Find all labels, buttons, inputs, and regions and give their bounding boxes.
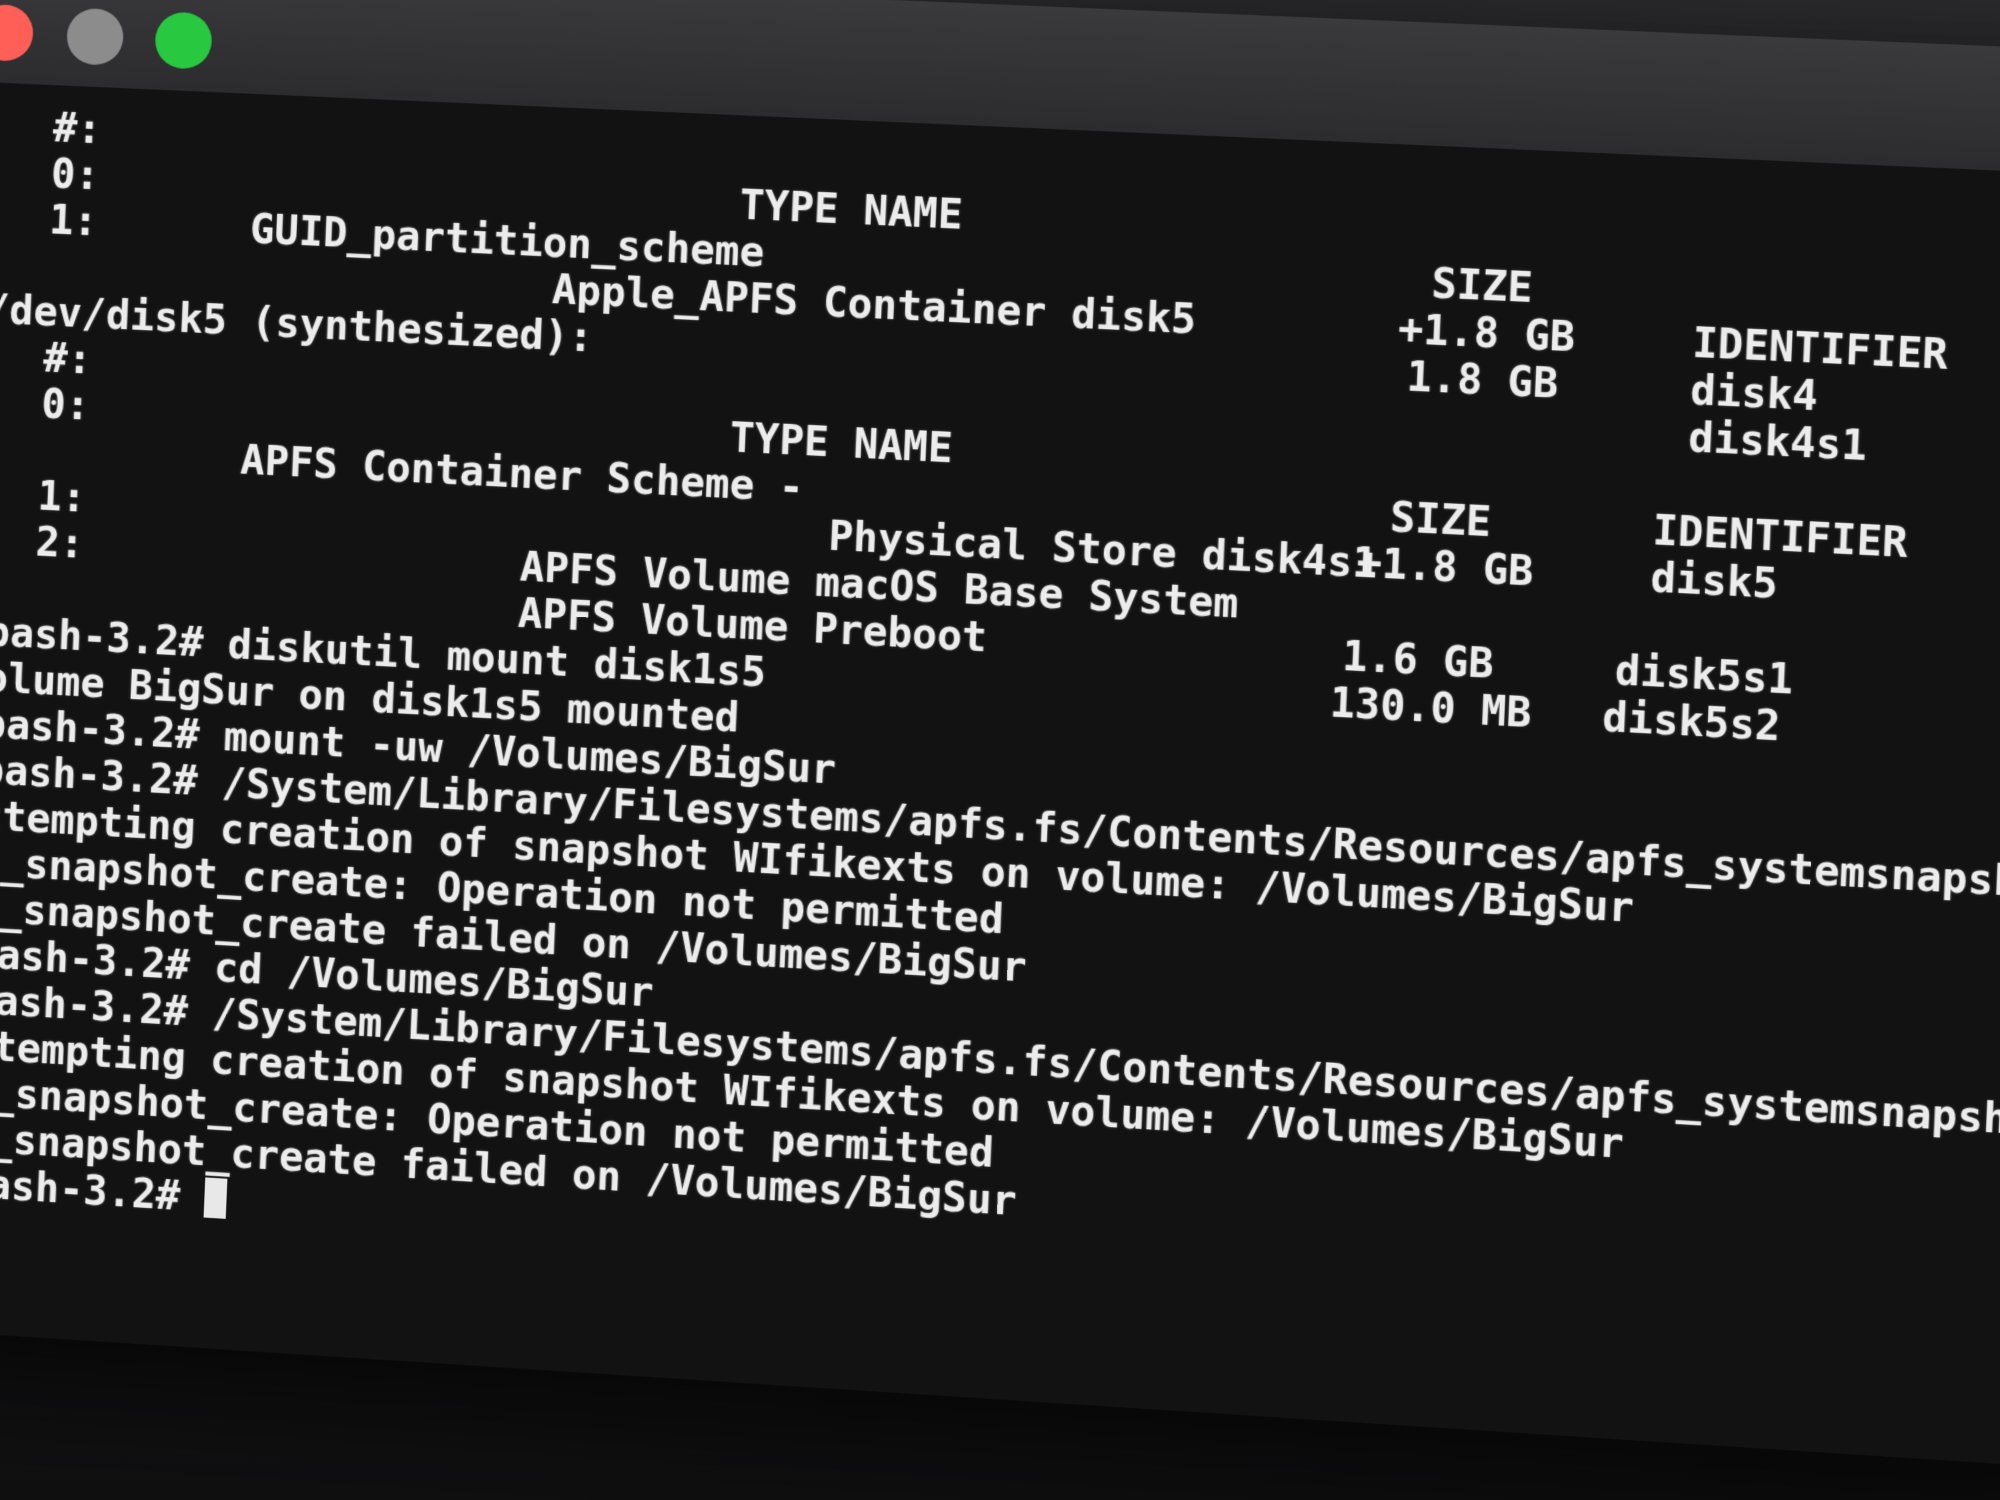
partition-size: +1.8 GB [1397, 306, 1577, 362]
zoom-button[interactable] [154, 11, 213, 70]
column-header-size: SIZE [1389, 494, 1493, 547]
partition-identifier: disk4s1 [1687, 414, 1868, 471]
column-header-type-name: TYPE NAME [738, 182, 964, 239]
row-index: 1: [36, 473, 87, 522]
row-index: #: [52, 105, 103, 154]
row-index: 0: [50, 151, 101, 200]
terminal-window: #: 0: TYPE NAME 1: GUID_partition_scheme… [0, 0, 2000, 1470]
minimize-button[interactable] [65, 7, 125, 67]
partition-size: 1.8 GB [1405, 353, 1560, 409]
partition-type: GUID_partition_scheme [249, 206, 766, 277]
text-cursor [203, 1177, 228, 1219]
row-index: 0: [40, 381, 91, 430]
partition-size: 130.0 MB [1328, 679, 1533, 738]
partition-type: Apple_APFS Container disk5 [551, 266, 1198, 344]
partition-size: +1.8 GB [1355, 539, 1535, 596]
partition-identifier: disk5 [1649, 554, 1779, 609]
row-index: #: [42, 335, 93, 384]
column-header-size: SIZE [1430, 260, 1534, 313]
terminal-output[interactable]: #: 0: TYPE NAME 1: GUID_partition_scheme… [0, 79, 2000, 1470]
partition-size: 1.6 GB [1341, 633, 1495, 689]
partition-identifier: disk4 [1689, 367, 1819, 421]
row-index: 1: [48, 197, 99, 246]
partition-type: APFS Container Scheme - [239, 437, 805, 512]
photo-of-screen: #: 0: TYPE NAME 1: GUID_partition_scheme… [0, 0, 2000, 1500]
partition-identifier: disk5s2 [1601, 693, 1782, 751]
close-button[interactable] [0, 3, 35, 63]
row-index: 2: [34, 519, 85, 568]
